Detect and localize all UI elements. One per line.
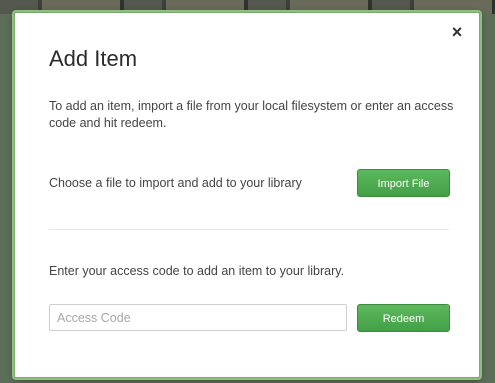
import-file-button[interactable]: Import File [357, 169, 450, 197]
close-icon[interactable]: × [449, 23, 465, 41]
section-divider [49, 229, 449, 230]
add-item-dialog: × Add Item To add an item, import a file… [14, 12, 480, 378]
dialog-title: Add Item [49, 46, 138, 71]
access-code-input[interactable] [49, 304, 347, 331]
redeem-button[interactable]: Redeem [357, 304, 450, 332]
access-code-label: Enter your access code to add an item to… [49, 264, 345, 278]
dialog-intro-text: To add an item, import a file from your … [49, 99, 454, 130]
import-file-label: Choose a file to import and add to your … [49, 176, 302, 190]
